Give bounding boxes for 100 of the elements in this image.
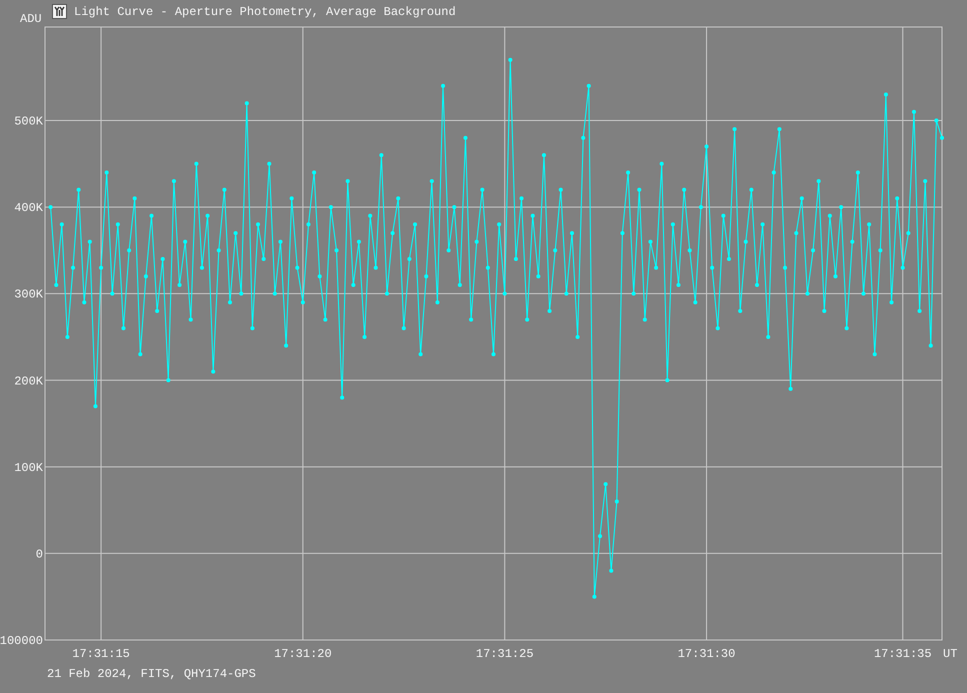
data-point (760, 222, 765, 226)
data-point (794, 231, 798, 236)
data-point (318, 274, 322, 278)
data-point (194, 162, 198, 166)
data-point (665, 378, 670, 382)
data-point (862, 292, 866, 296)
data-point (116, 222, 120, 226)
app-icon (52, 4, 67, 19)
data-point (222, 188, 226, 192)
data-point (206, 214, 210, 218)
data-point (82, 300, 86, 304)
data-point (497, 222, 502, 226)
data-point (536, 274, 540, 278)
data-point (816, 179, 821, 184)
y-tick-label: 200K (14, 374, 43, 388)
data-point (586, 84, 591, 88)
data-point (654, 266, 658, 270)
x-tick-label: 17:31:25 (476, 647, 534, 661)
data-point (474, 240, 479, 244)
data-point (682, 188, 686, 192)
x-tick-label: 17:31:35 (874, 647, 932, 661)
data-point (262, 257, 266, 262)
data-point (88, 240, 92, 244)
data-point (71, 266, 76, 270)
data-point (710, 266, 714, 270)
x-tick-label: 17:31:20 (274, 647, 332, 661)
data-point (570, 231, 574, 236)
data-point (93, 404, 98, 408)
data-point (418, 352, 423, 356)
y-tick-label: 100K (14, 460, 43, 475)
data-point (839, 205, 844, 210)
data-point (620, 231, 624, 236)
data-point (424, 274, 428, 278)
x-tick-label: 17:31:15 (72, 647, 130, 661)
data-point (648, 240, 652, 244)
data-point (766, 334, 770, 339)
data-point (99, 266, 104, 270)
data-point (480, 188, 484, 192)
y-tick-label: 500K (14, 114, 43, 128)
data-point (693, 300, 698, 304)
data-point (872, 352, 877, 356)
data-point (323, 318, 328, 322)
data-point (244, 101, 249, 106)
data-point (811, 248, 816, 252)
data-point (805, 292, 810, 296)
data-point (166, 378, 170, 382)
data-point (850, 240, 854, 244)
data-point (890, 300, 894, 304)
data-point (328, 205, 333, 210)
data-point (76, 188, 81, 192)
data-point (716, 326, 720, 330)
data-point (592, 594, 596, 599)
data-point (384, 292, 389, 296)
data-point (906, 231, 910, 236)
data-point (334, 248, 339, 252)
data-point (267, 162, 272, 166)
data-point (833, 274, 838, 278)
data-point (637, 188, 642, 192)
y-tick-label: 300K (14, 288, 43, 302)
data-point (278, 240, 282, 244)
data-point (670, 222, 675, 226)
data-point (525, 318, 530, 322)
data-point (698, 205, 703, 210)
data-point (272, 292, 277, 296)
data-point (514, 257, 518, 262)
data-point (300, 300, 305, 304)
data-point (738, 309, 742, 313)
data-point (110, 292, 114, 296)
data-point (396, 196, 400, 200)
data-point (104, 170, 109, 174)
data-point (844, 326, 849, 330)
data-point (676, 283, 680, 288)
data-point (340, 396, 344, 400)
data-point (413, 222, 418, 226)
data-point (284, 344, 288, 348)
data-point (48, 205, 53, 210)
data-point (234, 231, 238, 236)
data-point (755, 283, 759, 288)
y-tick-label: 100000 (0, 634, 43, 648)
data-point (379, 153, 384, 158)
data-point (469, 318, 474, 322)
data-point (402, 326, 406, 330)
data-point (542, 153, 546, 158)
data-point (306, 222, 310, 226)
data-point (407, 257, 412, 262)
data-point (604, 482, 608, 486)
data-point (598, 534, 602, 538)
data-point (721, 214, 726, 218)
data-point (256, 222, 260, 226)
data-point (856, 170, 860, 174)
data-point (486, 266, 490, 270)
data-point (530, 214, 535, 218)
data-point (660, 162, 664, 166)
data-point (122, 326, 126, 330)
footer-info: 21 Feb 2024, FITS, QHY174-GPS (47, 667, 256, 681)
data-point (508, 58, 512, 62)
data-point (867, 222, 872, 226)
data-point (351, 283, 356, 288)
data-point (704, 144, 709, 148)
data-point (632, 292, 636, 296)
